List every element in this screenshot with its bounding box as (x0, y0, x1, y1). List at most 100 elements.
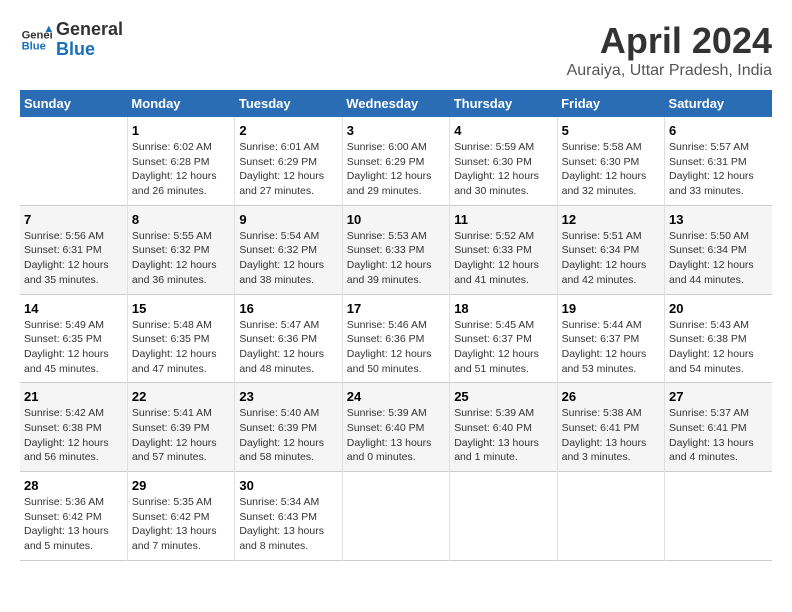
day-number: 14 (24, 301, 123, 316)
day-number: 16 (239, 301, 337, 316)
week-row-2: 7 Sunrise: 5:56 AM Sunset: 6:31 PM Daylig… (20, 205, 772, 294)
day-number: 1 (132, 123, 230, 138)
day-info: Sunrise: 5:43 AM Sunset: 6:38 PM Dayligh… (669, 318, 768, 377)
week-row-1: 1 Sunrise: 6:02 AM Sunset: 6:28 PM Daylig… (20, 117, 772, 205)
day-number: 23 (239, 389, 337, 404)
day-cell: 3 Sunrise: 6:00 AM Sunset: 6:29 PM Daylig… (342, 117, 449, 205)
day-info: Sunrise: 5:40 AM Sunset: 6:39 PM Dayligh… (239, 406, 337, 465)
day-cell (20, 117, 127, 205)
day-cell: 26Sunrise: 5:38 AM Sunset: 6:41 PM Dayli… (557, 383, 664, 472)
day-number: 30 (239, 478, 337, 493)
day-info: Sunrise: 5:56 AM Sunset: 6:31 PM Dayligh… (24, 229, 123, 288)
calendar-subtitle: Auraiya, Uttar Pradesh, India (567, 62, 772, 80)
column-header-tuesday: Tuesday (235, 90, 342, 117)
day-info: Sunrise: 5:36 AM Sunset: 6:42 PM Dayligh… (24, 495, 123, 554)
day-info: Sunrise: 5:46 AM Sunset: 6:36 PM Dayligh… (347, 318, 445, 377)
logo-text-general: General (56, 20, 123, 40)
day-cell: 9Sunrise: 5:54 AM Sunset: 6:32 PM Daylig… (235, 205, 342, 294)
day-cell: 29Sunrise: 5:35 AM Sunset: 6:42 PM Dayli… (127, 472, 234, 561)
logo-icon: General Blue (20, 24, 52, 56)
column-header-monday: Monday (127, 90, 234, 117)
day-number: 22 (132, 389, 230, 404)
day-cell: 15 Sunrise: 5:48 AM Sunset: 6:35 PM Dayli… (127, 294, 234, 383)
calendar-header-row: SundayMondayTuesdayWednesdayThursdayFrid… (20, 90, 772, 117)
calendar-table: SundayMondayTuesdayWednesdayThursdayFrid… (20, 90, 772, 561)
day-info: Sunrise: 5:39 AM Sunset: 6:40 PM Dayligh… (347, 406, 445, 465)
day-info: Sunrise: 5:34 AM Sunset: 6:43 PM Dayligh… (239, 495, 337, 554)
day-number: 21 (24, 389, 123, 404)
day-number: 4 (454, 123, 552, 138)
day-number: 19 (562, 301, 660, 316)
day-cell: 21 Sunrise: 5:42 AM Sunset: 6:38 PM Dayli… (20, 383, 127, 472)
week-row-3: 14Sunrise: 5:49 AM Sunset: 6:35 PM Dayli… (20, 294, 772, 383)
column-header-wednesday: Wednesday (342, 90, 449, 117)
day-number: 17 (347, 301, 445, 316)
day-cell: 13 Sunrise: 5:50 AM Sunset: 6:34 PM Dayli… (665, 205, 772, 294)
day-info: Sunrise: 5:37 AM Sunset: 6:41 PM Dayligh… (669, 406, 768, 465)
day-cell: 23 Sunrise: 5:40 AM Sunset: 6:39 PM Dayli… (235, 383, 342, 472)
day-number: 2 (239, 123, 337, 138)
day-info: Sunrise: 5:44 AM Sunset: 6:37 PM Dayligh… (562, 318, 660, 377)
title-block: April 2024 Auraiya, Uttar Pradesh, India (567, 20, 772, 80)
logo: General Blue General Blue (20, 20, 123, 60)
day-info: Sunrise: 5:42 AM Sunset: 6:38 PM Dayligh… (24, 406, 123, 465)
day-number: 12 (562, 212, 660, 227)
day-info: Sunrise: 5:45 AM Sunset: 6:37 PM Dayligh… (454, 318, 552, 377)
day-cell: 17 Sunrise: 5:46 AM Sunset: 6:36 PM Dayli… (342, 294, 449, 383)
day-info: Sunrise: 5:57 AM Sunset: 6:31 PM Dayligh… (669, 140, 768, 199)
day-cell: 8Sunrise: 5:55 AM Sunset: 6:32 PM Daylig… (127, 205, 234, 294)
day-info: Sunrise: 5:58 AM Sunset: 6:30 PM Dayligh… (562, 140, 660, 199)
day-number: 29 (132, 478, 230, 493)
day-info: Sunrise: 5:47 AM Sunset: 6:36 PM Dayligh… (239, 318, 337, 377)
day-info: Sunrise: 5:39 AM Sunset: 6:40 PM Dayligh… (454, 406, 552, 465)
day-cell: 30 Sunrise: 5:34 AM Sunset: 6:43 PM Dayli… (235, 472, 342, 561)
day-cell: 6 Sunrise: 5:57 AM Sunset: 6:31 PM Daylig… (665, 117, 772, 205)
day-number: 24 (347, 389, 445, 404)
day-cell: 4 Sunrise: 5:59 AM Sunset: 6:30 PM Daylig… (450, 117, 557, 205)
day-number: 5 (562, 123, 660, 138)
calendar-title: April 2024 (567, 20, 772, 62)
week-row-4: 21 Sunrise: 5:42 AM Sunset: 6:38 PM Dayli… (20, 383, 772, 472)
column-header-friday: Friday (557, 90, 664, 117)
day-cell: 16 Sunrise: 5:47 AM Sunset: 6:36 PM Dayli… (235, 294, 342, 383)
day-info: Sunrise: 5:51 AM Sunset: 6:34 PM Dayligh… (562, 229, 660, 288)
day-number: 6 (669, 123, 768, 138)
day-number: 11 (454, 212, 552, 227)
svg-text:Blue: Blue (22, 40, 46, 52)
day-cell: 11Sunrise: 5:52 AM Sunset: 6:33 PM Dayli… (450, 205, 557, 294)
day-info: Sunrise: 5:50 AM Sunset: 6:34 PM Dayligh… (669, 229, 768, 288)
day-number: 9 (239, 212, 337, 227)
day-cell: 22 Sunrise: 5:41 AM Sunset: 6:39 PM Dayli… (127, 383, 234, 472)
day-number: 7 (24, 212, 123, 227)
day-cell: 27Sunrise: 5:37 AM Sunset: 6:41 PM Dayli… (665, 383, 772, 472)
day-cell: 19 Sunrise: 5:44 AM Sunset: 6:37 PM Dayli… (557, 294, 664, 383)
day-cell: 7 Sunrise: 5:56 AM Sunset: 6:31 PM Daylig… (20, 205, 127, 294)
day-number: 28 (24, 478, 123, 493)
day-cell (665, 472, 772, 561)
day-number: 15 (132, 301, 230, 316)
day-info: Sunrise: 5:38 AM Sunset: 6:41 PM Dayligh… (562, 406, 660, 465)
day-cell: 14Sunrise: 5:49 AM Sunset: 6:35 PM Dayli… (20, 294, 127, 383)
day-info: Sunrise: 5:41 AM Sunset: 6:39 PM Dayligh… (132, 406, 230, 465)
day-cell (342, 472, 449, 561)
day-info: Sunrise: 6:00 AM Sunset: 6:29 PM Dayligh… (347, 140, 445, 199)
day-info: Sunrise: 6:02 AM Sunset: 6:28 PM Dayligh… (132, 140, 230, 199)
day-info: Sunrise: 5:48 AM Sunset: 6:35 PM Dayligh… (132, 318, 230, 377)
day-number: 13 (669, 212, 768, 227)
day-number: 25 (454, 389, 552, 404)
day-cell: 1 Sunrise: 6:02 AM Sunset: 6:28 PM Daylig… (127, 117, 234, 205)
day-info: Sunrise: 5:53 AM Sunset: 6:33 PM Dayligh… (347, 229, 445, 288)
day-cell: 12 Sunrise: 5:51 AM Sunset: 6:34 PM Dayli… (557, 205, 664, 294)
day-cell (557, 472, 664, 561)
day-info: Sunrise: 5:59 AM Sunset: 6:30 PM Dayligh… (454, 140, 552, 199)
day-cell: 24 Sunrise: 5:39 AM Sunset: 6:40 PM Dayli… (342, 383, 449, 472)
day-number: 3 (347, 123, 445, 138)
column-header-saturday: Saturday (665, 90, 772, 117)
week-row-5: 28 Sunrise: 5:36 AM Sunset: 6:42 PM Dayli… (20, 472, 772, 561)
day-number: 10 (347, 212, 445, 227)
day-cell: 28 Sunrise: 5:36 AM Sunset: 6:42 PM Dayli… (20, 472, 127, 561)
day-cell: 18Sunrise: 5:45 AM Sunset: 6:37 PM Dayli… (450, 294, 557, 383)
column-header-sunday: Sunday (20, 90, 127, 117)
day-info: Sunrise: 5:55 AM Sunset: 6:32 PM Dayligh… (132, 229, 230, 288)
day-cell (450, 472, 557, 561)
